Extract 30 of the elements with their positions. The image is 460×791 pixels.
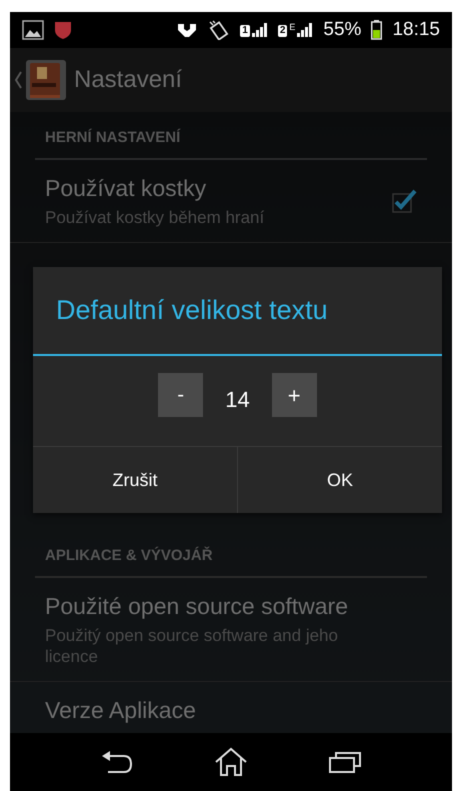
setting-title: Verze Aplikace [45, 696, 197, 725]
value-text: 14 [225, 386, 250, 414]
home-icon[interactable] [214, 747, 248, 777]
dialog-button[interactable]: OK [237, 447, 442, 513]
setting-summary: Používat kostky během hraní [45, 206, 266, 228]
setting-title: Používat kostky [45, 174, 208, 203]
setting-title: Použité open source software [45, 592, 350, 621]
section-header: APLIKACE & VÝVOJÁŘ [45, 547, 213, 564]
sim-label: 1 [240, 25, 250, 37]
checkbox[interactable] [391, 188, 417, 214]
section-header: HERNÍ NASTAVENÍ [45, 129, 180, 146]
recent-apps-icon[interactable] [328, 750, 362, 774]
book-icon [24, 58, 68, 102]
signal-icon [297, 23, 314, 37]
clock: 18:15 [392, 18, 440, 42]
image-icon [22, 20, 44, 40]
sim-label: 2 [278, 25, 288, 37]
battery-percent: 55% [323, 18, 362, 42]
dialog-title: Defaultní velikost textu [56, 294, 328, 328]
signal-icon [252, 23, 268, 37]
increment-button[interactable]: + [272, 373, 317, 417]
network-type: E [289, 23, 296, 32]
back-caret-icon[interactable] [14, 71, 22, 89]
setting-summary: Použitý open source software and jeho licence [45, 624, 339, 668]
shield-icon [54, 20, 72, 40]
battery-icon [371, 20, 382, 40]
screen-title: Nastavení [74, 65, 182, 95]
back-icon[interactable] [100, 750, 134, 774]
decrement-button[interactable]: - [158, 373, 204, 417]
dialog-button[interactable]: Zrušit [33, 447, 237, 513]
